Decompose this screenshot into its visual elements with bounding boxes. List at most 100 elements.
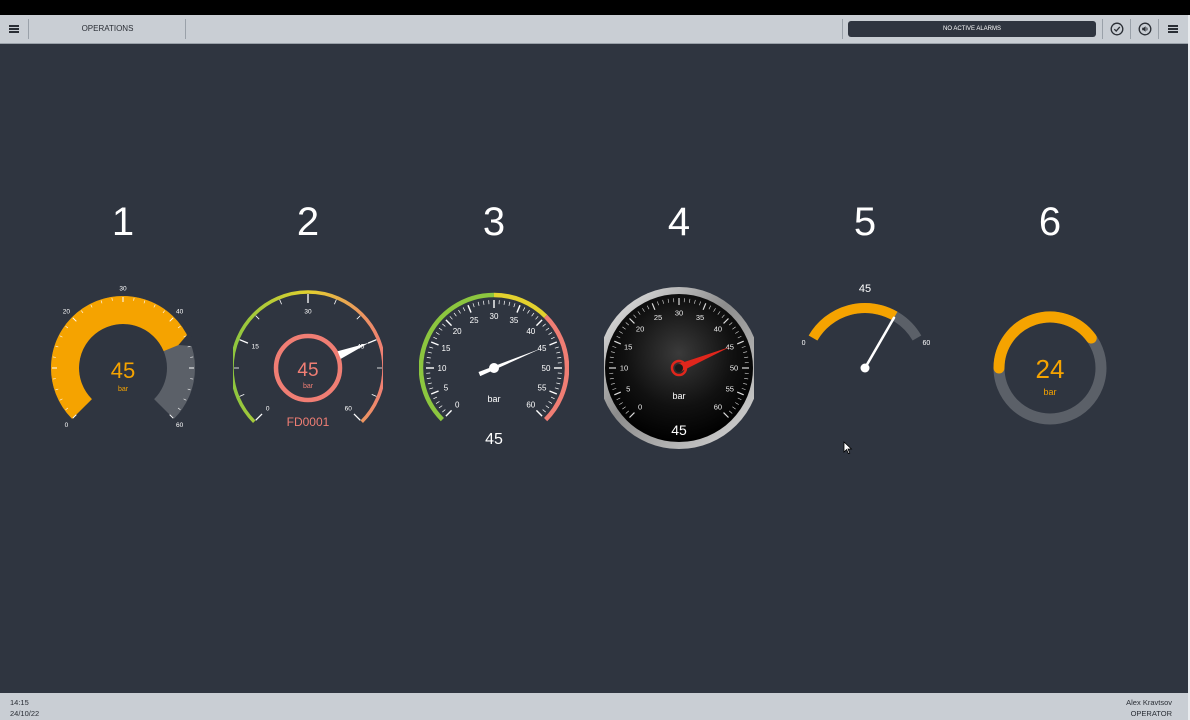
gauge-3-minor-tick xyxy=(442,323,446,327)
gauge-3-minor-tick xyxy=(427,382,432,385)
gauge-3-minor-tick xyxy=(477,301,480,306)
gauge-3-tick-label: 0 xyxy=(455,401,460,410)
alarm-status-banner[interactable]: NO ACTIVE ALARMS xyxy=(848,21,1096,37)
gauge-4-tick-label: 30 xyxy=(675,309,683,318)
sound-button[interactable] xyxy=(1131,15,1159,43)
gauge-4-tick-label: 25 xyxy=(654,313,662,322)
gauge-5-tick-label: 0 xyxy=(802,340,806,347)
gauge-5-hub xyxy=(860,363,870,373)
gauge-3-minor-tick xyxy=(550,396,555,400)
gauge-3: 0510152025 30 354045505560 bar 45 xyxy=(419,292,569,445)
section-label-operations[interactable]: OPERATIONS xyxy=(40,15,175,43)
gauge-2-unit: bar xyxy=(303,383,314,390)
gauge-3-major-tick xyxy=(430,390,439,395)
gauge-3-minor-tick xyxy=(531,312,535,317)
gauge-3-tick-label: 45 xyxy=(538,344,547,353)
gauge-3-minor-tick xyxy=(453,312,457,317)
gauge-2-tick-label: 60 xyxy=(345,406,353,413)
gauge-3-tick-label: 50 xyxy=(542,364,551,373)
gauge-3-tick-label: 25 xyxy=(470,316,479,325)
user-info[interactable]: Alex Kravtsov OPERATOR xyxy=(1126,697,1172,719)
gauge-3-minor-tick xyxy=(554,346,559,349)
acknowledge-button[interactable] xyxy=(1103,15,1131,43)
gauge-3-major-tick xyxy=(467,304,472,313)
gauge-3-minor-tick xyxy=(442,409,446,413)
gauge-3-tick-label: 30 xyxy=(490,312,499,321)
gauge-4-hub xyxy=(675,364,683,372)
gauge-3-minor-tick xyxy=(426,377,431,379)
gauge-3-major-tick xyxy=(445,409,453,417)
gauge-3-tick-label: 20 xyxy=(453,327,462,336)
gauge-3-major-tick xyxy=(535,409,543,417)
gauge-1: 0102030405060 45 bar xyxy=(51,285,196,429)
gauge-3-minor-tick xyxy=(550,336,555,340)
gauge-3-minor-tick xyxy=(542,323,546,327)
gauge-4-tick-label: 60 xyxy=(714,403,722,412)
gauge-3-number: 3 xyxy=(482,200,506,244)
gauge-3-major-tick xyxy=(445,319,453,327)
gauge-3-minor-tick xyxy=(557,357,562,359)
gauge-3-tick-label: 40 xyxy=(526,327,535,336)
user-name: Alex Kravtsov xyxy=(1126,698,1172,707)
gauge-3-minor-tick xyxy=(535,316,539,320)
gauge-3-minor-tick xyxy=(556,382,561,385)
gauge-3-minor-tick xyxy=(429,387,434,390)
gauge-2-minor-tick xyxy=(356,315,361,320)
gauge-2-minor-tick xyxy=(371,394,377,397)
gauge-3-minor-tick xyxy=(435,332,440,335)
gauge-5-tick-labels: 0 60 xyxy=(802,340,931,347)
gauge-3-minor-tick xyxy=(462,307,466,312)
gauge-3-minor-tick xyxy=(545,405,550,409)
toolbar-divider xyxy=(842,19,843,39)
gauge-3-minor-tick xyxy=(458,309,461,314)
gauge-6-value: 24 xyxy=(1036,354,1065,384)
gauge-2-tick-label: 30 xyxy=(304,308,312,315)
gauge-3-minor-tick xyxy=(503,300,505,305)
gauge-3-minor-tick xyxy=(548,401,553,404)
gauge-6: 24 bar xyxy=(993,311,1107,425)
gauge-1-number: 1 xyxy=(111,200,135,244)
gauge-5-needle xyxy=(863,316,896,370)
gauge-3-tick-label: 35 xyxy=(509,316,518,325)
gauge-2-needle xyxy=(337,342,369,359)
gauge-3-minor-tick xyxy=(513,303,516,308)
gauge-3-minor-tick xyxy=(557,377,562,379)
gauge-3-minor-tick xyxy=(438,405,443,409)
speaker-icon xyxy=(1138,22,1152,36)
gauge-2-minor-tick xyxy=(239,394,245,397)
gauge-1-tick-label: 60 xyxy=(176,422,184,429)
gauge-1-value: 45 xyxy=(111,358,135,383)
gauge-2-minor-tick xyxy=(279,299,282,305)
gauge-3-minor-tick xyxy=(427,351,432,354)
gauge-4-tick-label: 40 xyxy=(714,325,722,334)
gauge-3-minor-tick xyxy=(438,327,443,331)
gauge-2-minor-tick xyxy=(255,315,260,320)
gauge-2-major-tick xyxy=(255,413,263,421)
gauge-3-minor-tick xyxy=(548,332,553,335)
clock-date: 24/10/22 xyxy=(10,709,40,718)
gauge-3-minor-tick xyxy=(483,300,485,305)
gauge-2-tick-label: 15 xyxy=(252,344,260,351)
gauge-3-value: 45 xyxy=(485,431,503,445)
gauge-1-unit: bar xyxy=(118,386,129,393)
gauge-5-fill xyxy=(808,303,898,341)
gauge-3-minor-tick xyxy=(556,351,561,354)
gauge-5-value: 45 xyxy=(859,283,871,295)
gauge-1-tick-label: 0 xyxy=(65,422,69,429)
menu-button[interactable] xyxy=(0,15,28,43)
gauge-4-number: 4 xyxy=(667,200,691,244)
gauge-3-major-tick xyxy=(516,304,521,313)
gauge-5-tick-label: 60 xyxy=(923,340,931,347)
gauge-3-tick-label: 10 xyxy=(438,364,447,373)
gauge-4-tick-label: 50 xyxy=(730,364,738,373)
gauge-4-unit: bar xyxy=(672,391,685,401)
gauge-3-minor-tick xyxy=(429,346,434,349)
gauge-3-minor-tick xyxy=(542,409,546,413)
gauge-3-unit: bar xyxy=(487,394,500,404)
options-menu-button[interactable] xyxy=(1159,15,1187,43)
gauge-3-minor-tick xyxy=(508,301,511,306)
gauge-2-number: 2 xyxy=(296,200,320,244)
check-circle-icon xyxy=(1110,22,1124,36)
gauge-5-number: 5 xyxy=(853,200,877,244)
gauge-4-tick-label: 55 xyxy=(726,385,734,394)
